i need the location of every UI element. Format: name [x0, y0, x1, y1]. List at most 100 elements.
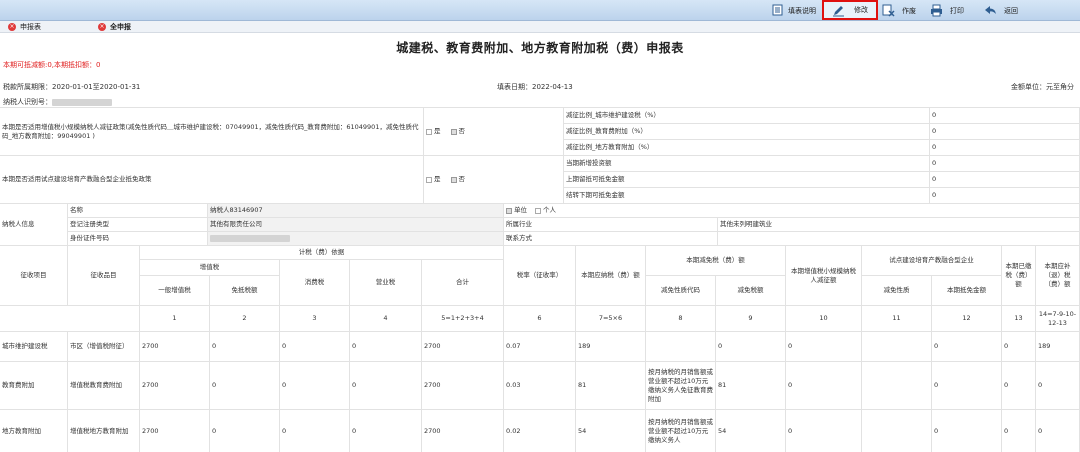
table-cell: 0.07 — [504, 332, 576, 362]
modify-label: 修改 — [854, 6, 868, 14]
option-label: 单位 — [514, 206, 527, 214]
print-button[interactable]: 打印 — [930, 2, 964, 19]
col-header-payable: 本期应纳税（费）额 — [576, 246, 646, 306]
table-cell[interactable]: 0 — [350, 362, 422, 410]
table-cell[interactable]: 0 — [350, 410, 422, 452]
policy1-question: 本期是否适用增值税小规模纳税人减征政策(减免性质代码＿城市维护建设税：07049… — [0, 108, 424, 156]
back-button[interactable]: 返回 — [984, 2, 1018, 19]
table-cell[interactable]: 0 — [280, 362, 350, 410]
policy2-choice: 是 否 — [424, 156, 564, 204]
table-cell[interactable]: 0 — [210, 410, 280, 452]
void-label: 作废 — [902, 6, 916, 15]
col-number: 7=5×6 — [576, 306, 646, 332]
col-header-consumption: 消费税 — [280, 260, 350, 306]
col-number: 12 — [932, 306, 1002, 332]
table-cell[interactable]: 2700 — [140, 362, 210, 410]
unit-checkbox[interactable] — [506, 207, 512, 214]
fill-instructions-button[interactable]: 填表说明 — [772, 2, 816, 19]
contact-value[interactable] — [718, 232, 1080, 246]
policy1-row-value[interactable]: 0 — [930, 124, 1080, 140]
printer-icon — [930, 4, 943, 17]
table-cell[interactable]: 2700 — [140, 410, 210, 452]
table-cell: 0 — [1036, 362, 1080, 410]
table-cell[interactable] — [862, 362, 932, 410]
void-icon — [882, 4, 895, 17]
table-cell[interactable]: 0 — [280, 332, 350, 362]
reg-type-label: 登记注册类型 — [68, 218, 208, 232]
table-cell: 0 — [932, 362, 1002, 410]
table-cell[interactable]: 0 — [1002, 332, 1036, 362]
col-number: 3 — [280, 306, 350, 332]
table-cell[interactable] — [862, 332, 932, 362]
col-header-basis: 计税（费）依据 — [140, 246, 504, 260]
policy2-no-checkbox[interactable] — [450, 176, 457, 183]
table-cell[interactable]: 2700 — [140, 332, 210, 362]
policy1-row-label: 减征比例_城市维护建设税（%） — [564, 108, 930, 124]
name-label: 名称 — [68, 204, 208, 218]
policy2-question: 本期是否适用试点建设培育产教融合型企业抵免政策 — [0, 156, 424, 204]
option-label: 否 — [458, 127, 466, 135]
option-label: 个人 — [543, 206, 556, 214]
option-label: 是 — [434, 127, 441, 135]
table-cell: 0.03 — [504, 362, 576, 410]
col-number: 14=7-9-10-12-13 — [1036, 306, 1080, 332]
contact-label: 联系方式 — [504, 232, 718, 246]
industry-label: 所属行业 — [504, 218, 718, 232]
col-header-vat: 增值税 — [140, 260, 280, 276]
table-cell: 54 — [576, 410, 646, 452]
table-row-subitem: 增值税地方教育附加 — [68, 410, 140, 452]
col-header-subitem: 征收品目 — [68, 246, 140, 306]
table-cell[interactable]: 0 — [1002, 362, 1036, 410]
policy2-row-value[interactable]: 0 — [930, 188, 1080, 204]
table-cell[interactable]: 0 — [210, 332, 280, 362]
policy1-row-value[interactable]: 0 — [930, 108, 1080, 124]
policy1-row-label: 减征比例_教育费附加（%） — [564, 124, 930, 140]
policy2-yes-checkbox[interactable] — [426, 176, 432, 183]
redacted-value — [52, 98, 112, 106]
table-row-item: 教育费附加 — [0, 362, 68, 410]
tab-declaration-form[interactable]: × 申报表 — [8, 22, 41, 32]
tab-bar: × 申报表 × 全申报 — [0, 21, 1080, 33]
close-icon[interactable]: × — [8, 23, 16, 31]
policy1-no-checkbox[interactable] — [450, 128, 457, 135]
tab-label: 全申报 — [110, 23, 131, 31]
table-cell: 0 — [932, 332, 1002, 362]
col-number: 2 — [210, 306, 280, 332]
table-cell[interactable]: 0 — [1002, 410, 1036, 452]
col-header-pilot-code: 减免性质 — [862, 276, 932, 306]
taxpayer-id-label: 纳税人识别号： — [3, 98, 52, 106]
person-checkbox[interactable] — [535, 207, 541, 214]
table-cell: 81 — [576, 362, 646, 410]
table-cell[interactable]: 按月纳税的月销售额或营业额不超过10万元缴纳义务人免征教育费附加 — [646, 362, 716, 410]
table-cell[interactable]: 按月纳税的月销售额或营业额不超过10万元缴纳义务人 — [646, 410, 716, 452]
col-number: 11 — [862, 306, 932, 332]
tab-full-declaration[interactable]: × 全申报 — [98, 22, 131, 32]
option-label: 是 — [434, 175, 441, 183]
table-cell[interactable] — [862, 410, 932, 452]
col-header-refund: 本期应补（退）税（费）额 — [1036, 246, 1080, 306]
policy2-row-value[interactable]: 0 — [930, 172, 1080, 188]
table-cell: 189 — [1036, 332, 1080, 362]
policy1-choice: 是 否 — [424, 108, 564, 156]
col-number: 4 — [350, 306, 422, 332]
table-cell[interactable] — [646, 332, 716, 362]
policy2-row-value[interactable]: 0 — [930, 156, 1080, 172]
table-cell[interactable]: 0 — [210, 362, 280, 410]
modify-button[interactable]: 修改 — [822, 0, 878, 20]
col-header-relief-amount: 减免税额 — [716, 276, 786, 306]
col-number: 13 — [1002, 306, 1036, 332]
table-cell[interactable]: 0 — [280, 410, 350, 452]
table-row-item: 地方教育附加 — [0, 410, 68, 452]
back-label: 返回 — [1004, 6, 1018, 15]
table-cell[interactable]: 0 — [350, 332, 422, 362]
policy1-yes-checkbox[interactable] — [426, 128, 432, 135]
declaration-window: 填表说明 修改 作废 打印 返回 × 申报表 × 全申报 城建税、教育费附加、地… — [0, 0, 1080, 452]
amount-unit: 金额单位：元至角分 — [1011, 83, 1074, 91]
policy1-row-value[interactable]: 0 — [930, 140, 1080, 156]
close-icon[interactable]: × — [98, 23, 106, 31]
option-label: 否 — [458, 175, 466, 183]
policy2-row-label: 当期新增投资额 — [564, 156, 930, 172]
redacted-value — [210, 235, 290, 242]
policy1-row-label: 减征比例_地方教育附加（%） — [564, 140, 930, 156]
void-button[interactable]: 作废 — [882, 2, 916, 19]
